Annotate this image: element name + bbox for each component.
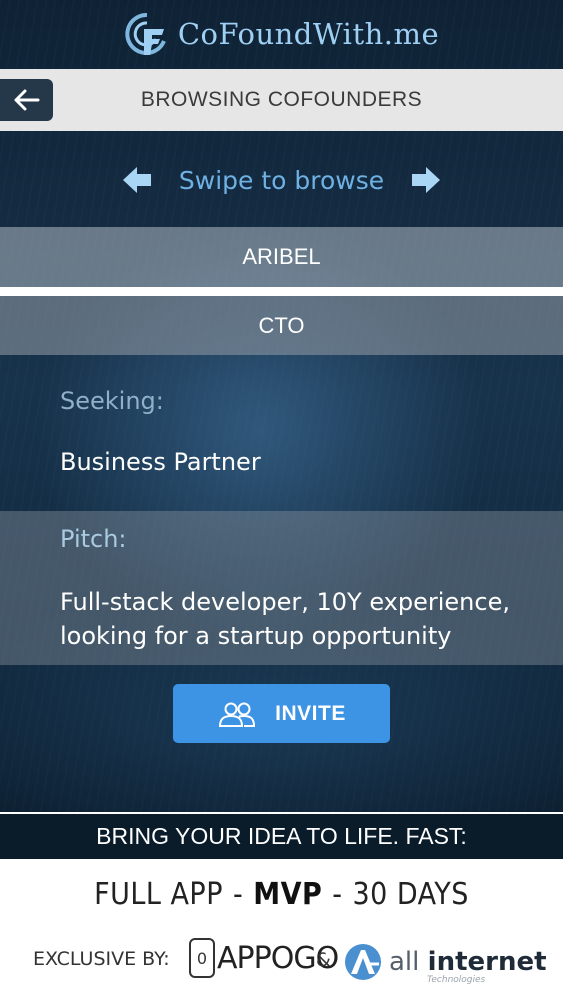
profile-role-band: CTO bbox=[0, 296, 563, 355]
cofound-logo-icon bbox=[125, 12, 166, 55]
swipe-navigation: Swipe to browse bbox=[0, 152, 563, 208]
seeking-value: Business Partner bbox=[60, 448, 261, 476]
all-internet-part2: internet bbox=[427, 947, 547, 977]
swipe-right-icon[interactable] bbox=[410, 164, 442, 196]
page-title: BROWSING COFOUNDERS bbox=[140, 88, 423, 111]
pitch-label: Pitch: bbox=[60, 525, 127, 553]
offer-line: FULL APP - MVP -30 DAYS bbox=[0, 877, 563, 912]
appogo-mark-icon: 0 bbox=[189, 938, 215, 978]
invite-button[interactable]: INVITE bbox=[173, 684, 390, 743]
back-button[interactable] bbox=[0, 79, 53, 121]
offer-separator: - bbox=[232, 877, 244, 912]
ampersand: & bbox=[316, 949, 331, 971]
app-header: CoFoundWith.me bbox=[0, 0, 563, 68]
divider bbox=[0, 287, 563, 296]
promo-banner-text: BRING YOUR IDEA TO LIFE. FAST: bbox=[96, 823, 467, 849]
arrow-left-icon bbox=[14, 89, 39, 111]
seeking-label: Seeking: bbox=[60, 387, 164, 415]
all-internet-sub: Technologies bbox=[427, 975, 486, 985]
all-internet-part1: all bbox=[389, 947, 420, 977]
invite-label: INVITE bbox=[275, 701, 346, 725]
offer-mvp: MVP bbox=[253, 877, 323, 912]
offer-separator: - bbox=[332, 877, 343, 912]
pitch-block: Pitch: Full-stack developer, 10Y experie… bbox=[0, 511, 563, 665]
profile-role: CTO bbox=[258, 312, 305, 338]
appogo-mark: 0 bbox=[196, 948, 208, 968]
offer-full-app: FULL APP bbox=[94, 877, 223, 912]
swipe-label: Swipe to browse bbox=[178, 165, 385, 195]
app-name: CoFoundWith.me bbox=[177, 17, 440, 51]
promo-footer[interactable]: FULL APP - MVP -30 DAYS EXCLUSIVE BY: 0 APP… bbox=[0, 859, 563, 1000]
title-bar: BROWSING COFOUNDERS bbox=[0, 69, 563, 131]
offer-30-days: 30 DAYS bbox=[352, 877, 469, 912]
promo-banner[interactable]: BRING YOUR IDEA TO LIFE. FAST: bbox=[0, 814, 563, 859]
users-icon bbox=[219, 702, 256, 727]
exclusive-label: EXCLUSIVE BY: bbox=[33, 948, 170, 970]
pitch-value: Full-stack developer, 10Y experience, lo… bbox=[60, 588, 510, 650]
profile-name: ARIBEL bbox=[242, 244, 321, 269]
swipe-left-icon[interactable] bbox=[121, 164, 153, 196]
profile-name-band: ARIBEL bbox=[0, 227, 563, 287]
all-internet-logo-icon bbox=[345, 944, 381, 980]
